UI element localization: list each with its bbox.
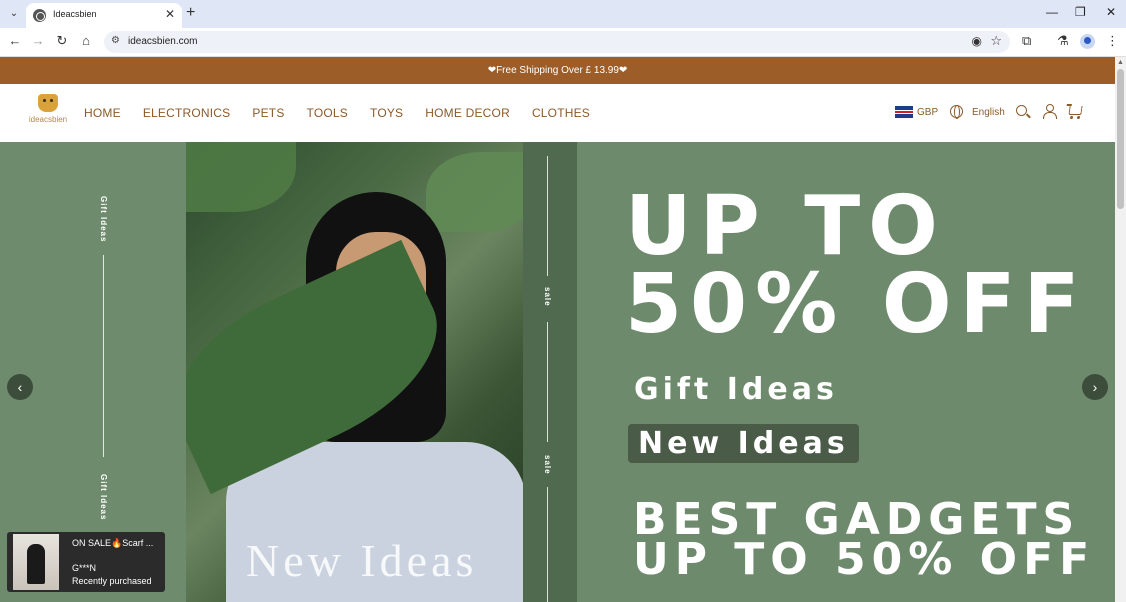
recent-purchase-popup[interactable]: ON SALE🔥Scarf ... G***N Recently purchas… [7,532,165,592]
tab-list-chevron-icon[interactable]: ⌄ [5,5,23,23]
best-gadgets-text: BEST GADGETS UP TO 50% OFF [633,498,1096,585]
hero-strip: sale sale [523,142,577,602]
site-favicon-icon [33,9,46,22]
site-header: ideacsbien HOME ELECTRONICS PETS TOOLS T… [0,84,1115,142]
nav-home-decor[interactable]: HOME DECOR [425,106,510,120]
strip-divider [547,322,548,442]
strip-sale-label-1: sale [543,287,552,307]
tiger-logo-icon [38,94,58,112]
browser-tab-active[interactable]: Ideacsbien ✕ [26,3,182,28]
headline-line-1: UP TO [625,179,946,274]
account-user-icon[interactable] [1043,104,1057,119]
menu-kebab-icon[interactable]: ⋮ [1106,33,1119,49]
popup-status: Recently purchased [72,576,152,586]
cart-icon[interactable] [1068,106,1083,115]
nav-home[interactable]: HOME [84,106,121,120]
nav-toys[interactable]: TOYS [370,106,403,120]
nav-pets[interactable]: PETS [252,106,284,120]
profile-avatar-icon[interactable] [1080,34,1095,49]
back-arrow-icon[interactable]: ← [6,33,24,48]
free-shipping-banner: ❤Free Shipping Over £ 13.99❤ [0,57,1115,84]
product-thumbnail[interactable] [13,534,59,590]
restore-button[interactable]: ❐ [1075,5,1086,19]
site-settings-icon[interactable]: ⚙ [111,35,120,46]
headline-line-2: 50% OFF [625,257,1088,352]
logo-text: ideacsbien [28,115,68,124]
side-label-top: Gift Ideas [99,196,108,243]
strip-divider [547,156,548,276]
reload-icon[interactable]: ↻ [53,33,71,49]
uk-flag-icon[interactable] [895,106,913,118]
browser-toolbar: ← → ↻ ⌂ ⚙ ideacsbien.com ◉ ☆ ⧉ ⚗ ⋮ [0,28,1126,57]
nav-electronics[interactable]: ELECTRONICS [143,106,231,120]
tab-close-icon[interactable]: ✕ [165,7,175,21]
main-nav: HOME ELECTRONICS PETS TOOLS TOYS HOME DE… [84,106,612,120]
currency-selector[interactable]: GBP [917,107,938,118]
language-selector[interactable]: English [972,107,1005,118]
side-label-bottom: Gift Ideas [99,474,108,521]
photo-caption: New Ideas [246,535,478,586]
new-ideas-badge: New Ideas [628,424,859,463]
search-icon[interactable] [1016,105,1027,116]
close-window-button[interactable]: ✕ [1106,5,1116,19]
side-divider [103,255,104,457]
nav-clothes[interactable]: CLOTHES [532,106,590,120]
nav-tools[interactable]: TOOLS [307,106,348,120]
strip-sale-label-2: sale [543,455,552,475]
address-bar[interactable]: ⚙ ideacsbien.com ◉ ☆ [104,31,1010,53]
hero-photo: New Ideas [186,142,523,602]
leaf-shape [426,152,523,232]
leaf-shape [186,142,296,212]
tab-title: Ideacsbien [53,9,97,19]
scroll-up-icon[interactable]: ▲ [1117,59,1124,66]
strip-divider [547,487,548,602]
scrollbar-thumb[interactable] [1117,69,1124,209]
bookmark-star-icon[interactable]: ☆ [990,33,1002,49]
page-scrollbar[interactable]: ▲ [1115,57,1126,602]
eye-slash-icon[interactable]: ◉ [972,34,982,48]
browser-tabstrip: ⌄ Ideacsbien ✕ + — ❐ ✕ [0,0,1126,28]
forward-arrow-icon[interactable]: → [29,33,47,48]
best-line-2: UP TO 50% OFF [633,534,1096,585]
globe-icon[interactable] [950,105,963,119]
site-logo[interactable]: ideacsbien [27,94,69,134]
hero-slider: Gift Ideas Gift Ideas New Ideas sale sal… [0,142,1115,602]
headline: UP TO 50% OFF [625,179,1088,352]
new-tab-button[interactable]: + [186,4,195,22]
gift-ideas-text: Gift Ideas [634,372,838,407]
home-icon[interactable]: ⌂ [77,33,95,48]
hero-promo-panel: UP TO 50% OFF Gift Ideas New Ideas BEST … [577,142,1115,602]
extensions-puzzle-icon[interactable]: ⧉ [1022,33,1031,49]
url-text[interactable]: ideacsbien.com [128,36,197,47]
slider-next-chevron-icon[interactable]: › [1082,374,1108,400]
labs-flask-icon[interactable]: ⚗ [1057,33,1069,49]
popup-buyer-name: G***N [72,563,97,573]
minimize-button[interactable]: — [1046,5,1058,19]
slider-prev-chevron-icon[interactable]: ‹ [7,374,33,400]
popup-product-title[interactable]: ON SALE🔥Scarf ... [72,538,153,549]
